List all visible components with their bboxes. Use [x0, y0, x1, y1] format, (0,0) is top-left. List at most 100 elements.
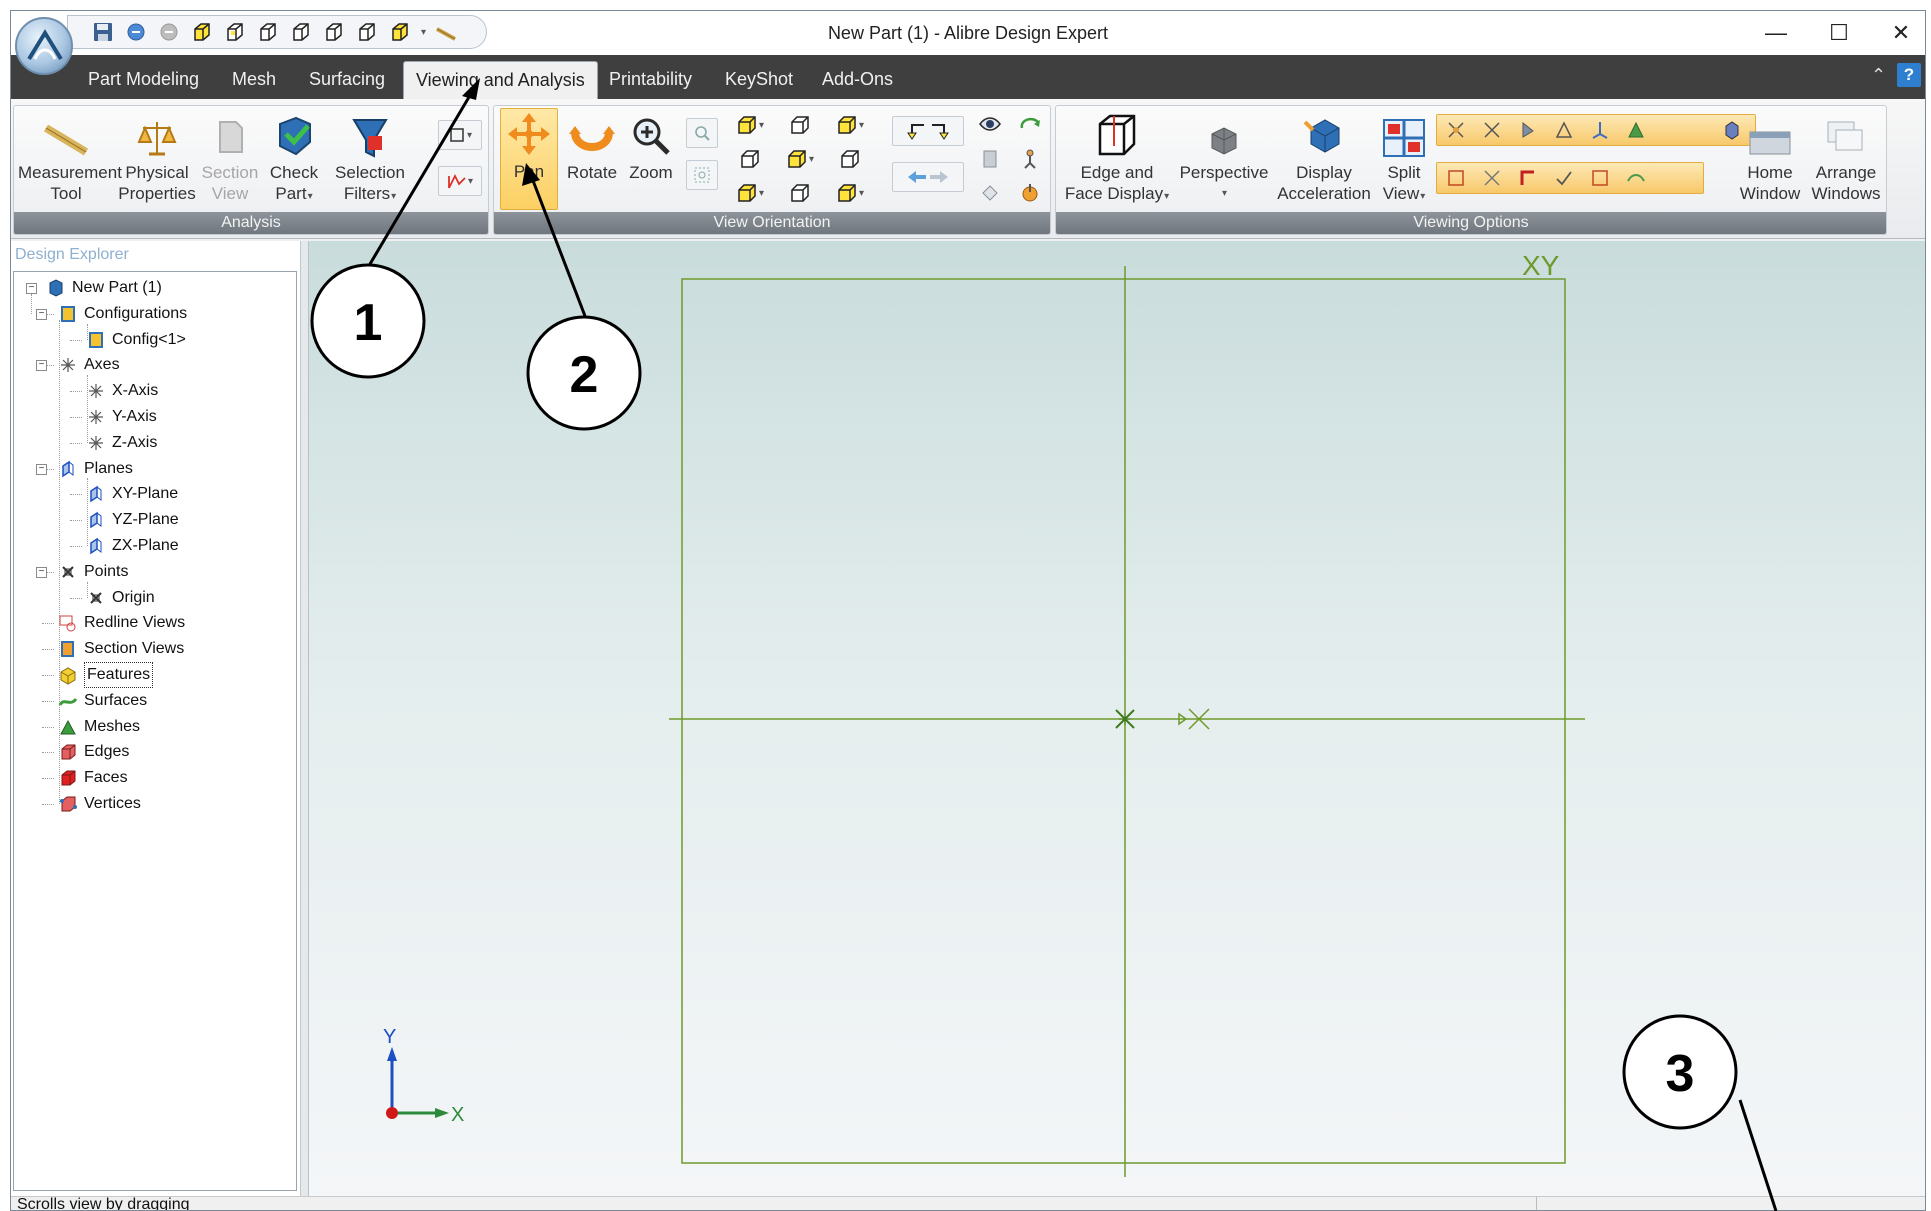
walk-button[interactable] — [1014, 144, 1046, 174]
look-at-button[interactable] — [974, 110, 1006, 140]
tree-node-planes[interactable]: Planes — [58, 457, 133, 481]
tree-node-edges[interactable]: Edges — [58, 740, 129, 764]
display-style-wireframe-button[interactable] — [1440, 115, 1472, 145]
rotate-view-arrows[interactable] — [892, 116, 964, 146]
home-window-button[interactable]: Home Window — [1736, 110, 1804, 204]
selection-filters-button[interactable]: Selection Filters▾ — [330, 110, 410, 207]
tree-node-redline-views[interactable]: Redline Views — [58, 611, 185, 635]
rotate-button[interactable]: Rotate — [562, 110, 622, 183]
tree-node-features[interactable]: Features — [58, 662, 154, 688]
tree-node-origin[interactable]: Origin — [86, 586, 155, 610]
view-front-button[interactable]: ▾ — [734, 110, 766, 140]
view-right-button[interactable] — [834, 144, 866, 174]
zoom-button[interactable]: Zoom — [622, 110, 680, 183]
tab-printability[interactable]: Printability — [609, 61, 692, 99]
display-acceleration-button[interactable]: Display Acceleration — [1274, 110, 1374, 204]
cube-view-icon[interactable] — [222, 19, 248, 45]
tree-node-yz-plane[interactable]: YZ-Plane — [86, 508, 179, 532]
view-back-button[interactable] — [784, 110, 816, 140]
display-style-row2-2-button[interactable] — [1476, 163, 1508, 193]
qat-dropdown-icon[interactable]: ▾ — [421, 27, 426, 38]
cube-view-icon[interactable] — [321, 19, 347, 45]
tree-node-xy-plane[interactable]: XY-Plane — [86, 482, 178, 506]
tree-node-y-axis[interactable]: Y-Axis — [86, 405, 157, 429]
undo-icon[interactable] — [123, 19, 149, 45]
filter-shape-dropdown[interactable]: ▾ — [438, 120, 482, 150]
maximize-button[interactable]: ☐ — [1809, 11, 1869, 55]
tab-mesh[interactable]: Mesh — [232, 61, 276, 99]
display-style-edges-button[interactable] — [1548, 115, 1580, 145]
tree-node-faces[interactable]: Faces — [58, 766, 128, 790]
tree-node-configurations[interactable]: Configurations — [58, 302, 187, 326]
filter-curve-dropdown[interactable]: ▾ — [438, 166, 482, 196]
tab-keyshot[interactable]: KeyShot — [725, 61, 793, 99]
close-button[interactable]: ✕ — [1871, 11, 1925, 55]
tree-expander-icon[interactable]: − — [36, 360, 47, 372]
view-iso-button[interactable]: ▾ — [734, 178, 766, 208]
orbit-button[interactable] — [1014, 110, 1046, 140]
cube-view-icon[interactable] — [189, 19, 215, 45]
tab-add-ons[interactable]: Add-Ons — [822, 61, 893, 99]
cube-view-icon[interactable] — [255, 19, 281, 45]
application-menu-button[interactable] — [15, 17, 73, 75]
view-center-button[interactable] — [1014, 178, 1046, 208]
fly-button[interactable] — [974, 144, 1006, 174]
tree-node-zx-plane[interactable]: ZX-Plane — [86, 534, 179, 558]
design-explorer-tree[interactable]: − New Part (1) − Configurations Config<1> − Ax… — [13, 271, 297, 1191]
collapse-ribbon-icon[interactable]: ⌃ — [1871, 65, 1886, 86]
help-icon[interactable]: ? — [1897, 63, 1921, 87]
tree-node-new-part-1[interactable]: New Part (1) — [46, 276, 162, 300]
graphics-viewport[interactable]: XY Y X — [309, 241, 1926, 1196]
display-style-row2-5-button[interactable] — [1584, 163, 1616, 193]
display-style-row2-6-button[interactable] — [1620, 163, 1652, 193]
display-style-mesh-button[interactable] — [1620, 115, 1652, 145]
tree-node-meshes[interactable]: Meshes — [58, 715, 140, 739]
tree-node-axes[interactable]: Axes — [58, 353, 120, 377]
tab-viewing-and-analysis[interactable]: Viewing and Analysis — [403, 61, 598, 99]
tree-node-section-views[interactable]: Section Views — [58, 637, 184, 661]
view-top-button[interactable]: ▾ — [834, 110, 866, 140]
view-bottom-button[interactable] — [734, 144, 766, 174]
split-view-button[interactable]: Split View▾ — [1376, 110, 1432, 207]
tree-expander-icon[interactable]: − — [36, 308, 47, 320]
tree-expander-icon[interactable]: − — [26, 283, 37, 294]
redo-icon[interactable] — [156, 19, 182, 45]
tree-node-z-axis[interactable]: Z-Axis — [86, 431, 157, 455]
tree-node-vertices[interactable]: Vertices — [58, 792, 141, 816]
spin-button[interactable] — [974, 178, 1006, 208]
zoom-to-fit-button[interactable] — [686, 118, 718, 148]
edge-and-face-display-button[interactable]: Edge and Face Display▾ — [1062, 110, 1172, 207]
check-part-button[interactable]: Check Part▾ — [264, 110, 324, 207]
tab-part-modeling[interactable]: Part Modeling — [88, 61, 199, 99]
perspective-button[interactable]: Perspective ▾ — [1176, 110, 1272, 204]
view-trimetric-button[interactable]: ▾ — [834, 178, 866, 208]
arrange-windows-button[interactable]: Arrange Windows — [1808, 110, 1884, 204]
measure-icon[interactable] — [433, 19, 459, 45]
tree-node-config-1[interactable]: Config<1> — [86, 328, 186, 352]
display-style-shaded-button[interactable] — [1512, 115, 1544, 145]
view-dimetric-button[interactable] — [784, 178, 816, 208]
display-style-hidden-button[interactable] — [1476, 115, 1508, 145]
viewport-canvas[interactable]: XY Y X — [309, 241, 1926, 1196]
cube-view-icon[interactable] — [288, 19, 314, 45]
pan-button[interactable]: Pan — [500, 108, 558, 210]
cube-view-icon[interactable] — [354, 19, 380, 45]
panel-splitter[interactable] — [301, 241, 309, 1196]
tree-expander-icon[interactable]: − — [36, 463, 47, 475]
display-style-row2-3-button[interactable] — [1512, 163, 1544, 193]
cube-view-icon[interactable] — [387, 19, 413, 45]
previous-next-view-arrows[interactable] — [892, 162, 964, 192]
view-left-button[interactable]: ▾ — [784, 144, 816, 174]
display-style-axes-button[interactable] — [1584, 115, 1616, 145]
section-view-button[interactable]: Section View — [198, 110, 262, 204]
tree-node-x-axis[interactable]: X-Axis — [86, 379, 158, 403]
tree-node-points[interactable]: Points — [58, 560, 128, 584]
minimize-button[interactable]: — — [1746, 11, 1806, 55]
tree-expander-icon[interactable]: − — [36, 566, 47, 578]
save-icon[interactable] — [90, 19, 116, 45]
display-style-row2-1-button[interactable] — [1440, 163, 1472, 193]
display-style-row2-4-button[interactable] — [1548, 163, 1580, 193]
measurement-tool-button[interactable]: Measurement Tool — [18, 110, 122, 204]
zoom-window-button[interactable] — [686, 160, 718, 190]
tree-node-surfaces[interactable]: Surfaces — [58, 689, 147, 713]
